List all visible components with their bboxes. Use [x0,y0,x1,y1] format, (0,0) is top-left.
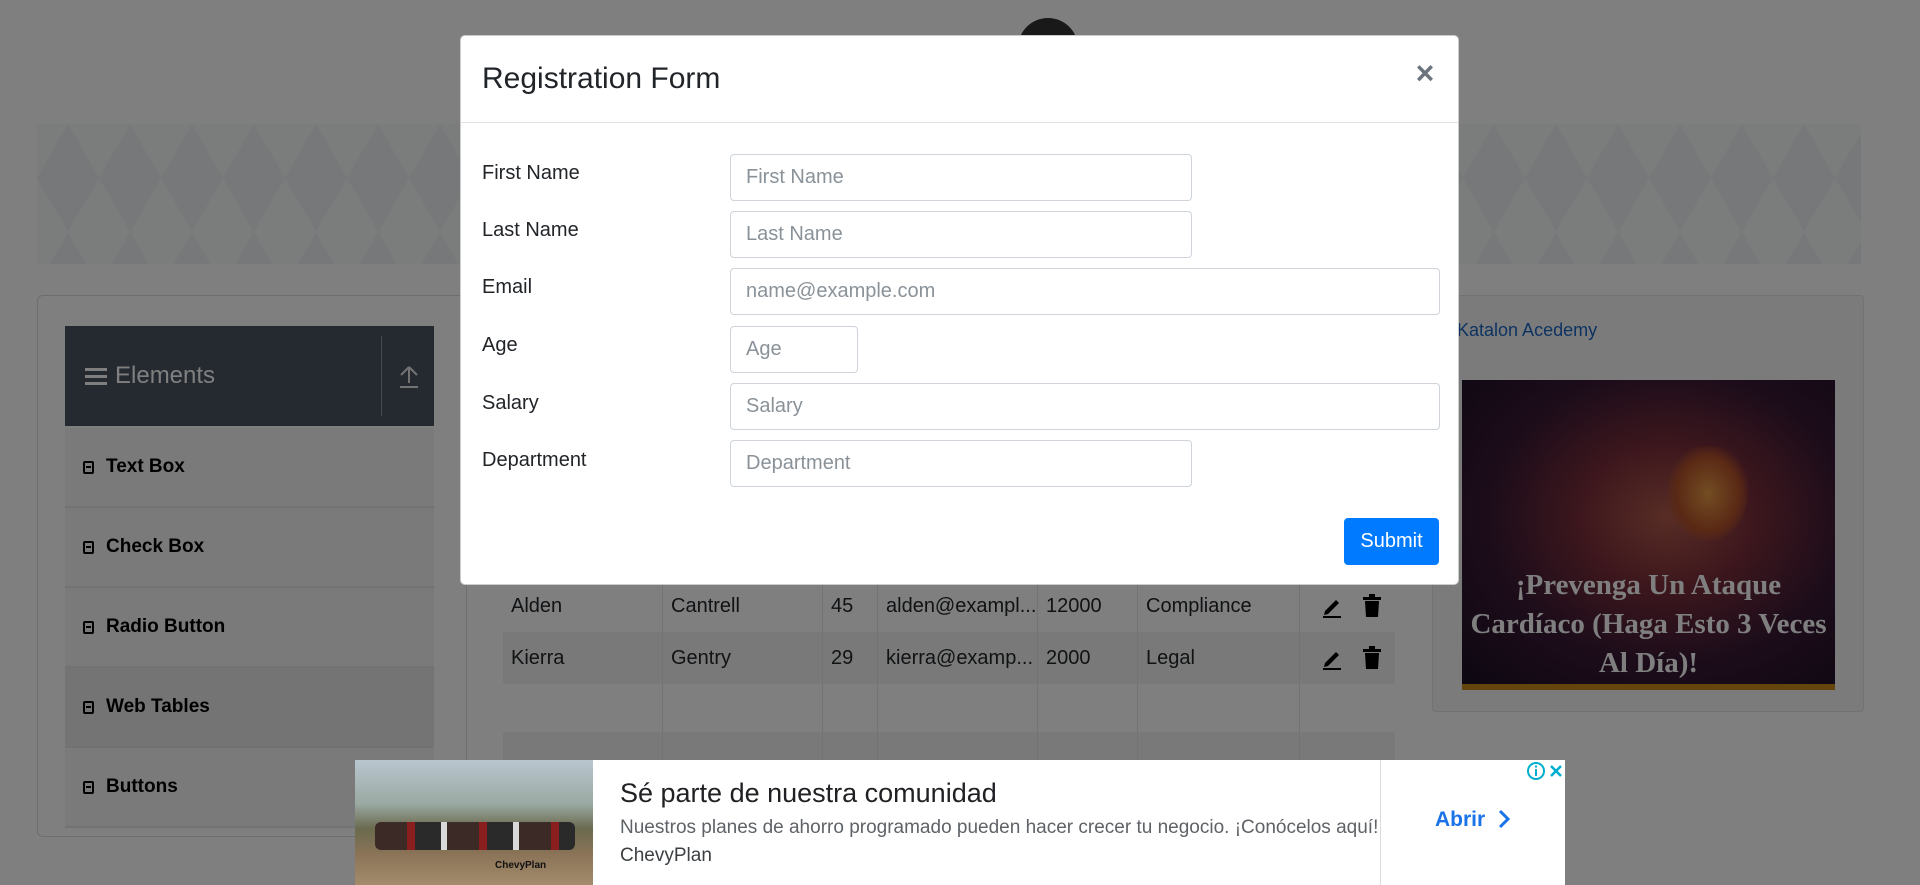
first-name-label: First Name [482,162,580,184]
email-input[interactable] [730,268,1440,315]
last-name-input[interactable] [730,211,1192,258]
submit-button[interactable]: Submit [1344,518,1439,565]
divider [1380,760,1381,885]
salary-input[interactable] [730,383,1440,430]
email-label: Email [482,276,533,298]
ad-info-icon[interactable] [1527,762,1545,780]
bottom-advertisement[interactable]: ChevyPlan Sé parte de nuestra comunidad … [355,760,1565,885]
close-button[interactable]: × [1410,57,1440,89]
ad-open-button[interactable]: Abrir [1435,808,1511,832]
modal-title: Registration Form [482,62,721,95]
department-label: Department [482,449,587,471]
first-name-input[interactable] [730,154,1192,201]
cars-image [375,822,575,850]
age-input[interactable] [730,326,858,373]
ad-image[interactable]: ChevyPlan [355,760,593,885]
ad-open-label: Abrir [1435,808,1486,831]
age-label: Age [482,334,518,356]
modal-header: Registration Form × [461,36,1458,123]
department-input[interactable] [730,440,1192,487]
ad-close-icon[interactable] [1547,762,1565,780]
ad-title[interactable]: Sé parte de nuestra comunidad [620,778,997,809]
ad-description[interactable]: Nuestros planes de ahorro programado pue… [620,817,1378,839]
ad-image-brand: ChevyPlan [495,860,547,871]
chevron-right-icon [1498,809,1511,829]
salary-label: Salary [482,392,539,414]
last-name-label: Last Name [482,219,579,241]
ad-advertiser[interactable]: ChevyPlan [620,845,712,867]
registration-modal: Registration Form × First Name Last Name… [460,35,1459,585]
